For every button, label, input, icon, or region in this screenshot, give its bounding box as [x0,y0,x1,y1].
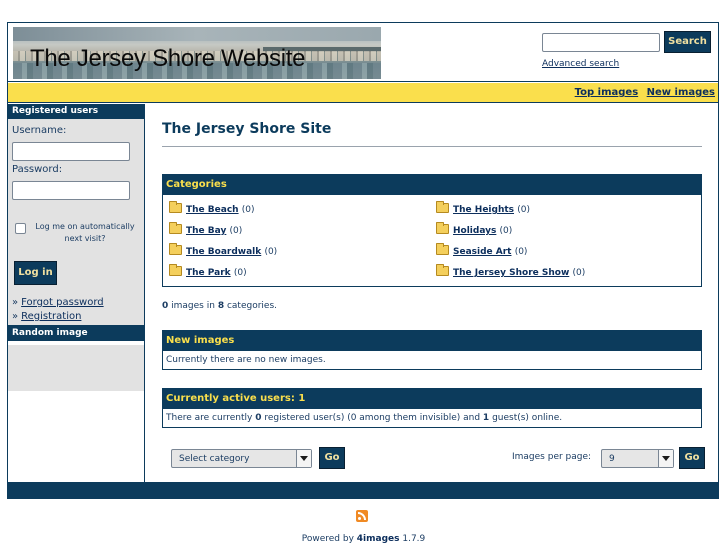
powered-brand[interactable]: 4images [357,534,400,544]
category-count: (0) [229,226,243,236]
categories-heading: Categories [163,175,701,195]
category-item: The Beach (0) [169,201,255,215]
site-title: The Jersey Shore Website [30,45,306,72]
category-count: (0) [499,226,513,236]
folder-icon [169,243,182,255]
active-users-message: There are currently 0 registered user(s)… [163,409,701,427]
category-stats-text: categories. [226,301,277,311]
link-marker: » [12,297,19,308]
powered-prefix: Powered by [301,534,354,544]
category-link[interactable]: Seaside Art [453,247,512,257]
category-total: 8 [217,301,225,311]
random-image-heading: Random image [8,326,144,341]
active-users-text: There are currently [166,413,253,423]
category-count: (0) [514,247,528,257]
category-link[interactable]: The Boardwalk [186,247,261,257]
category-select[interactable]: Select category [171,449,312,468]
image-count: 0 [162,301,169,311]
category-item: Seaside Art (0) [436,243,528,257]
rss-feed-icon[interactable] [356,510,368,522]
search-button[interactable]: Search [664,31,711,53]
registration-link[interactable]: Registration [21,311,81,322]
new-images-message: Currently there are no new images. [166,355,326,365]
active-users-heading: Currently active users: 1 [163,389,701,409]
registered-users-heading: Registered users [8,104,144,119]
category-link[interactable]: The Park [186,268,231,278]
images-per-page-value: 9 [609,454,615,464]
advanced-search-link[interactable]: Advanced search [542,59,619,69]
category-link[interactable]: Holidays [453,226,496,236]
category-count: (0) [572,268,586,278]
category-count: (0) [233,268,247,278]
image-stats: 0 images in 8 categories. [162,301,277,311]
password-field[interactable] [12,181,130,200]
random-image-area [8,345,144,391]
image-stats-text: images in [171,301,215,311]
folder-icon [436,264,449,276]
new-images-box: New images Currently there are no new im… [162,330,702,370]
category-link[interactable]: The Beach [186,205,239,215]
category-count: (0) [241,205,255,215]
auto-login-label: Log me on automatically next visit? [35,222,135,243]
category-item: The Jersey Shore Show (0) [436,264,586,278]
category-link[interactable]: The Bay [186,226,226,236]
registered-count: 0 [255,413,262,423]
folder-icon [436,201,449,213]
active-users-text: registered user(s) (0 among them invisib… [264,413,481,423]
account-links: » Forgot password » Registration [12,296,104,324]
categories-box: Categories The Beach (0) The Heights (0)… [162,174,702,287]
category-count: (0) [517,205,530,215]
powered-by: Powered by 4images 1.7.9 [0,534,727,544]
page-frame: The Jersey Shore Website Search Advanced… [7,22,719,499]
category-link[interactable]: The Jersey Shore Show [453,268,569,278]
folder-icon [436,222,449,234]
username-label: Username: [12,125,67,136]
new-images-heading: New images [163,331,701,351]
site-banner[interactable]: The Jersey Shore Website [13,27,381,79]
top-images-link[interactable]: Top images [575,87,639,98]
login-button[interactable]: Log in [14,261,57,285]
login-form: Username: Password: Log me on automatica… [8,119,144,326]
page-title: The Jersey Shore Site [162,121,332,137]
category-go-button[interactable]: Go [319,447,345,469]
category-select-value: Select category [179,454,250,464]
category-item: The Bay (0) [169,222,243,236]
new-images-link[interactable]: New images [647,87,715,98]
powered-version: 1.7.9 [402,534,426,544]
category-link[interactable]: The Heights [453,205,514,215]
search-input[interactable] [542,33,660,52]
category-item: Holidays (0) [436,222,513,236]
folder-icon [169,264,182,276]
images-per-page-label: Images per page: [512,452,592,462]
folder-icon [169,201,182,213]
top-links: Top images New images [570,87,715,98]
category-item: The Park (0) [169,264,247,278]
category-count: (0) [264,247,278,257]
chevron-down-icon[interactable] [296,450,311,467]
bottom-bar [8,482,718,498]
top-link-bar: Top images New images [8,83,718,103]
category-list: The Beach (0) The Heights (0) The Bay (0… [163,195,701,286]
banner-sky [13,27,381,41]
header: The Jersey Shore Website Search Advanced… [8,23,718,82]
sidebar: Registered users Username: Password: Log… [8,104,145,482]
username-field[interactable] [12,142,130,161]
active-users-box: Currently active users: 1 There are curr… [162,388,702,428]
auto-login-checkbox[interactable] [15,223,26,234]
images-per-page-go-button[interactable]: Go [679,447,705,469]
active-users-text: guest(s) online. [492,413,563,423]
folder-icon [436,243,449,255]
images-per-page-select[interactable]: 9 [601,449,674,468]
category-item: The Heights (0) [436,201,530,215]
link-marker: » [12,311,19,322]
chevron-down-icon[interactable] [658,450,673,467]
forgot-password-link[interactable]: Forgot password [21,297,104,308]
title-divider [162,146,702,147]
category-item: The Boardwalk (0) [169,243,278,257]
folder-icon [169,222,182,234]
guest-count: 1 [482,413,490,423]
password-label: Password: [12,164,63,175]
